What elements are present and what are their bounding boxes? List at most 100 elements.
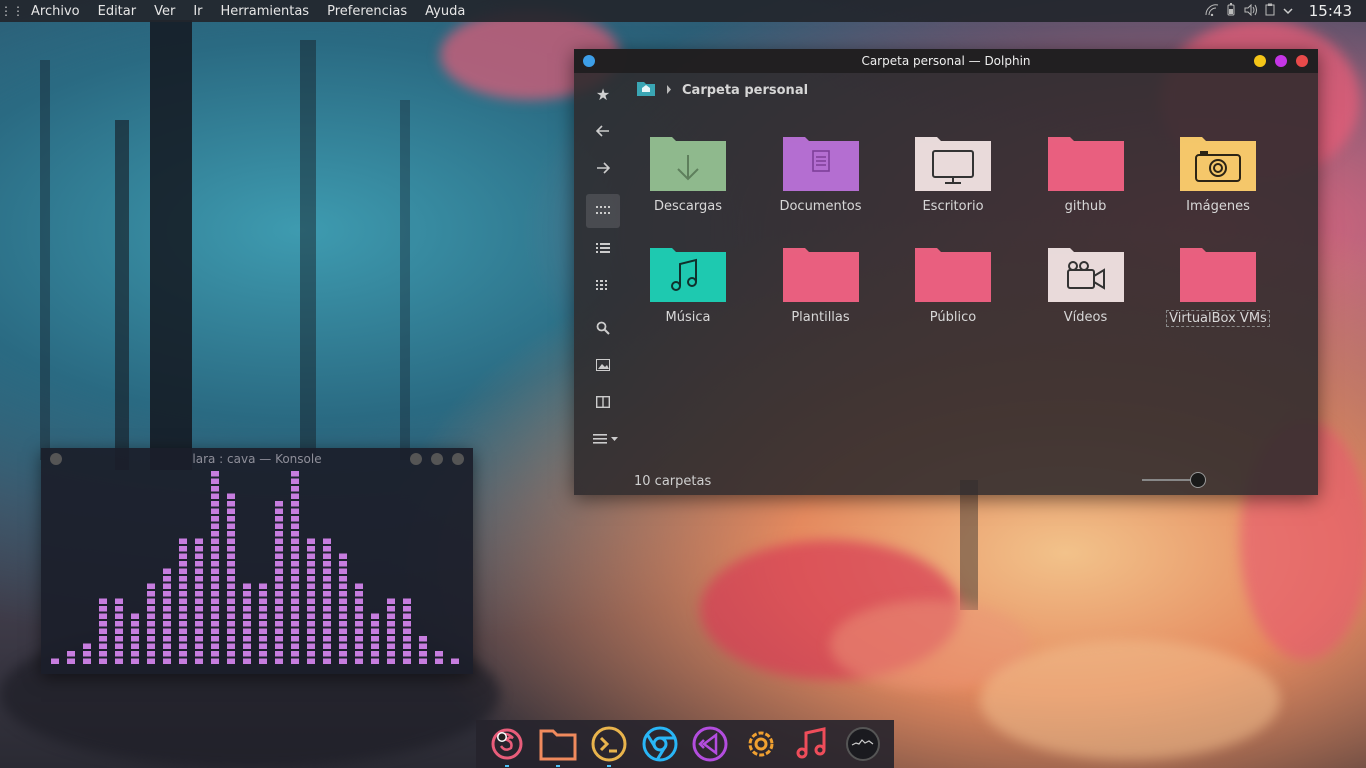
cava-bar <box>67 651 75 664</box>
folder-item[interactable]: Descargas <box>633 133 743 214</box>
chevron-down-icon[interactable] <box>1283 4 1293 18</box>
folder-item[interactable]: Plantillas <box>766 244 876 325</box>
folder-item[interactable]: VirtualBox VMs <box>1163 244 1273 327</box>
battery-icon[interactable] <box>1227 3 1235 19</box>
icons-view-icon[interactable] <box>586 194 620 228</box>
cava-segment <box>371 636 379 642</box>
menu-icon[interactable] <box>586 422 626 456</box>
volume-icon[interactable] <box>1243 3 1257 19</box>
cava-segment <box>179 636 187 642</box>
split-icon[interactable] <box>586 385 620 419</box>
close-button[interactable] <box>1296 55 1308 67</box>
folder-item[interactable]: Documentos <box>766 133 876 214</box>
cava-segment <box>83 643 91 649</box>
cava-segment <box>291 651 299 657</box>
folder-item[interactable]: Público <box>898 244 1008 325</box>
download-icon <box>650 137 726 191</box>
star-icon[interactable]: ★ <box>586 77 620 111</box>
system-monitor-icon[interactable] <box>842 723 884 765</box>
cava-segment <box>435 651 443 657</box>
vscode-icon[interactable] <box>689 723 731 765</box>
system-tray: 15:43 <box>1205 0 1366 22</box>
cava-segment <box>371 643 379 649</box>
window-title: Carpeta personal — Dolphin <box>861 54 1031 68</box>
close-button[interactable] <box>452 453 464 465</box>
cava-segment <box>147 628 155 634</box>
cava-segment <box>291 516 299 522</box>
cava-segment <box>339 576 347 582</box>
clipboard-icon[interactable] <box>1265 3 1275 19</box>
cava-segment <box>403 621 411 627</box>
cava-segment <box>371 621 379 627</box>
maximize-button[interactable] <box>1275 55 1287 67</box>
cava-segment <box>243 598 251 604</box>
cava-segment <box>211 531 219 537</box>
forward-icon[interactable] <box>586 151 620 185</box>
chevron-right-icon[interactable] <box>666 83 672 98</box>
folder-item[interactable]: Vídeos <box>1031 244 1141 325</box>
cava-segment <box>211 636 219 642</box>
menu-ayuda[interactable]: Ayuda <box>416 4 474 19</box>
minimize-button[interactable] <box>410 453 422 465</box>
window-menu-icon[interactable] <box>50 453 62 465</box>
chrome-icon[interactable] <box>639 723 681 765</box>
compact-view-icon[interactable] <box>586 268 620 302</box>
app-launcher-icon[interactable]: ⋮⋮ <box>0 4 24 18</box>
terminal-icon[interactable] <box>588 723 630 767</box>
preview-icon[interactable] <box>586 348 620 382</box>
cava-segment <box>211 598 219 604</box>
cava-segment <box>115 651 123 657</box>
cava-segment <box>275 553 283 559</box>
maximize-button[interactable] <box>431 453 443 465</box>
breadcrumb-home[interactable]: Carpeta personal <box>682 83 808 98</box>
clock[interactable]: 15:43 <box>1309 2 1352 20</box>
home-folder-icon[interactable] <box>636 80 656 101</box>
folder-icon <box>915 248 991 302</box>
cava-segment <box>275 621 283 627</box>
details-view-icon[interactable] <box>586 231 620 265</box>
files-icon[interactable] <box>537 723 579 767</box>
cava-segment <box>259 613 267 619</box>
settings-icon[interactable] <box>740 723 782 765</box>
search-icon[interactable] <box>586 311 620 345</box>
cava-segment <box>355 628 363 634</box>
cava-segment <box>99 621 107 627</box>
monitor-icon <box>915 137 991 191</box>
wifi-icon[interactable] <box>1205 3 1219 19</box>
cava-segment <box>211 628 219 634</box>
cava-bar <box>371 613 379 664</box>
minimize-button[interactable] <box>1254 55 1266 67</box>
menu-archivo[interactable]: Archivo <box>22 4 89 19</box>
cava-bar <box>403 598 411 664</box>
cava-segment <box>163 568 171 574</box>
running-indicator <box>606 765 611 767</box>
cava-segment <box>227 553 235 559</box>
menu-preferencias[interactable]: Preferencias <box>318 4 416 19</box>
cava-segment <box>323 553 331 559</box>
window-menu-icon[interactable] <box>583 55 595 67</box>
cava-segment <box>339 568 347 574</box>
menu-ir[interactable]: Ir <box>184 4 211 19</box>
cava-segment <box>323 598 331 604</box>
firefox-icon[interactable] <box>486 723 528 767</box>
zoom-slider-handle[interactable] <box>1190 472 1206 488</box>
folder-item[interactable]: github <box>1031 133 1141 214</box>
cava-segment <box>323 643 331 649</box>
cava-segment <box>291 561 299 567</box>
menu-editar[interactable]: Editar <box>89 4 146 19</box>
folder-item[interactable]: Escritorio <box>898 133 1008 214</box>
back-icon[interactable] <box>586 114 620 148</box>
cava-segment <box>403 613 411 619</box>
dolphin-titlebar[interactable]: Carpeta personal — Dolphin <box>574 49 1318 73</box>
cava-bar <box>195 538 203 664</box>
menu-ver[interactable]: Ver <box>145 4 184 19</box>
music-player-icon[interactable] <box>791 723 833 765</box>
cava-segment <box>227 658 235 664</box>
cava-segment <box>307 591 315 597</box>
konsole-titlebar[interactable]: lara : cava — Konsole <box>41 448 473 470</box>
menu-herramientas[interactable]: Herramientas <box>212 4 319 19</box>
folder-item[interactable]: Imágenes <box>1163 133 1273 214</box>
folder-label: Vídeos <box>1063 310 1108 325</box>
folder-item[interactable]: Música <box>633 244 743 325</box>
cava-segment <box>387 621 395 627</box>
